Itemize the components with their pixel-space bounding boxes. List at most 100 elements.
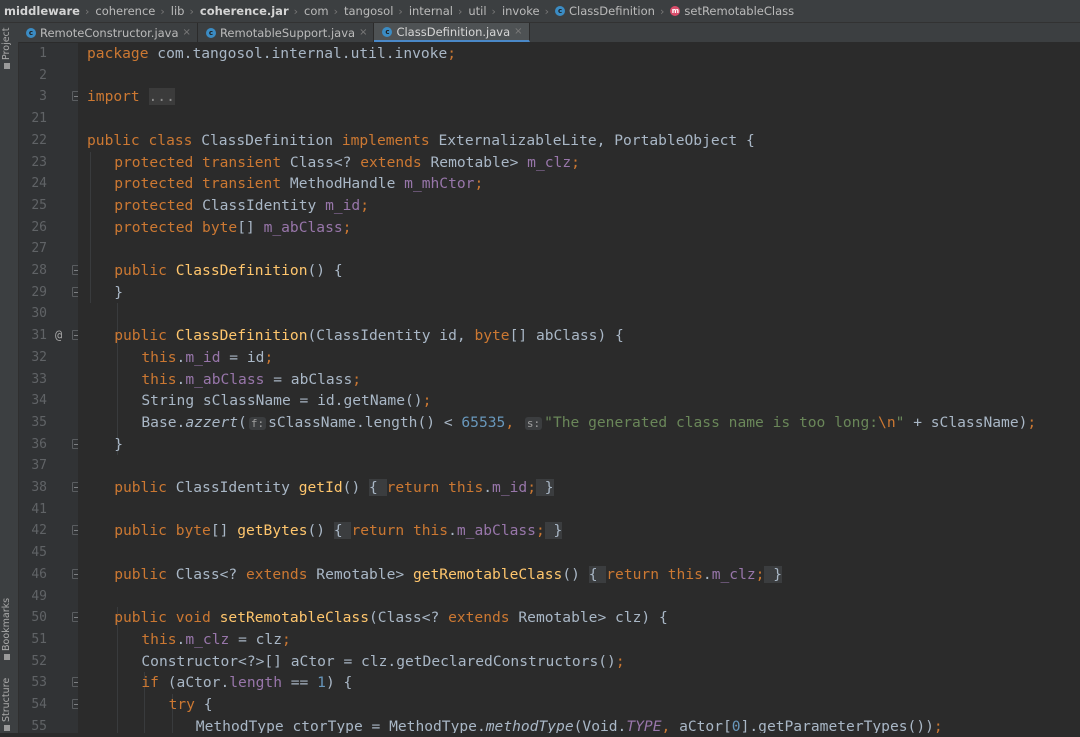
code-line: if (aCtor.length == 1) { <box>141 672 352 694</box>
keyword-token: public byte <box>114 522 211 540</box>
method-name-token: getBytes <box>237 522 308 540</box>
code-line: public ClassDefinition(ClassIdentity id,… <box>114 325 624 347</box>
gutter-line: 46 <box>19 564 81 586</box>
gutter-line: 34 <box>19 390 78 412</box>
code-line: this.m_clz = clz; <box>141 629 290 651</box>
code-text: (Void. <box>573 717 627 733</box>
tab-remoteconstructor[interactable]: c RemoteConstructor.java × <box>18 23 198 42</box>
class-icon: c <box>205 27 216 38</box>
keyword-token: byte <box>474 327 510 345</box>
editor-tabs: c RemoteConstructor.java × c RemotableSuppor… <box>18 23 1080 42</box>
tab-label: RemoteConstructor.java <box>40 25 179 40</box>
folded-brace[interactable]: { <box>369 479 387 496</box>
static-field-token: TYPE <box>626 717 662 733</box>
keyword-token: public <box>114 327 176 345</box>
code-text: MethodHandle <box>289 175 405 193</box>
breadcrumb-item[interactable]: tangosol <box>340 4 396 18</box>
code-line: import ... <box>87 86 175 108</box>
code-line: public Class<? extends Remotable> getRem… <box>114 564 783 586</box>
keyword-token: \n <box>878 413 896 431</box>
breadcrumb-item[interactable]: middleware <box>0 4 83 18</box>
breadcrumb-item[interactable]: invoke <box>498 4 543 18</box>
breadcrumb: middleware › coherence › lib › coherence.jar › c… <box>0 0 1080 23</box>
folded-code[interactable]: ... <box>148 88 175 106</box>
close-icon[interactable]: × <box>514 26 522 37</box>
code-line: String sClassName = id.getName(); <box>141 390 431 412</box>
class-icon: c <box>26 27 36 38</box>
code-text: (Class<? <box>369 609 449 627</box>
keyword-token: ; <box>474 175 484 193</box>
keyword-token: ; <box>342 218 352 236</box>
gutter-line: 51 <box>19 629 78 651</box>
breadcrumb-label: internal <box>408 4 453 18</box>
string-token: "The generated class name is too long: <box>544 413 879 431</box>
line-number: 42 <box>31 523 47 539</box>
breadcrumb-item[interactable]: util <box>464 4 489 18</box>
gutter-line: 24 <box>19 173 78 195</box>
close-icon[interactable]: × <box>183 27 191 38</box>
method-icon: m <box>670 6 681 16</box>
line-number: 27 <box>31 241 47 257</box>
project-tool-button[interactable]: Project <box>1 27 12 69</box>
gutter-line: 29 <box>19 282 81 304</box>
code-text: == <box>281 674 318 692</box>
gutter-line: 50 <box>19 607 81 629</box>
code-text: . <box>702 565 712 583</box>
breadcrumb-label: com <box>304 4 329 18</box>
number-token: 0 <box>731 717 741 733</box>
code-editor[interactable]: package com.tangosol.internal.util.invok… <box>78 43 1080 733</box>
class-icon: c <box>555 6 566 16</box>
folded-brace[interactable]: } <box>536 479 554 496</box>
breadcrumb-item[interactable]: m setRemotableClass <box>666 4 797 18</box>
gutter-line: 36 <box>19 434 81 456</box>
folded-brace[interactable]: { <box>333 522 352 540</box>
code-text: Remotable> <box>316 565 413 583</box>
keyword-token: try <box>168 696 204 713</box>
field-token: m_clz <box>527 153 572 171</box>
structure-icon <box>3 725 10 731</box>
code-line: package com.tangosol.internal.util.invok… <box>87 43 456 65</box>
gutter-line: 28 <box>19 260 81 282</box>
breadcrumb-item[interactable]: coherence <box>91 4 158 18</box>
breadcrumb-item[interactable]: internal <box>405 4 456 18</box>
bookmarks-tool-button[interactable]: Bookmarks <box>1 598 12 660</box>
folded-brace[interactable]: } <box>764 565 783 583</box>
static-method-token: methodType <box>485 717 574 733</box>
folded-brace[interactable]: } <box>544 522 563 540</box>
code-text: ExternalizableLite, PortableObject { <box>438 131 755 149</box>
editor-gutter: 1 2 3 21 22 23 24 25 26 27 28 29 30 31 @32 33 34 35 36 37 38… <box>19 43 81 734</box>
keyword-token: return this <box>386 479 484 496</box>
keyword-token: ; <box>1027 413 1037 431</box>
code-line: try { <box>169 694 213 716</box>
code-text: com.tangosol.internal.util.invoke <box>148 45 448 62</box>
code-text: . <box>448 522 457 540</box>
breadcrumb-item[interactable]: coherence.jar <box>196 4 292 18</box>
structure-tool-button[interactable]: Structure <box>1 678 12 731</box>
gutter-line: 49 <box>19 586 78 608</box>
code-text: Class<? <box>289 153 361 171</box>
breadcrumb-label: setRemotableClass <box>684 4 795 18</box>
override-icon[interactable]: @ <box>55 328 62 342</box>
code-line: } <box>114 434 123 456</box>
breadcrumb-separator-icon: › <box>293 4 299 18</box>
breadcrumb-item[interactable]: c ClassDefinition <box>551 4 658 18</box>
code-text: Base. <box>141 413 186 431</box>
gutter-line: 55 <box>19 716 78 737</box>
parameter-hint: f: <box>248 416 267 430</box>
line-number: 21 <box>31 111 47 127</box>
breadcrumb-separator-icon: › <box>457 4 463 18</box>
line-number: 22 <box>31 132 47 148</box>
tab-remotablesupport[interactable]: c RemotableSupport.java × <box>198 23 375 42</box>
number-token: 1 <box>317 674 326 692</box>
breadcrumb-item[interactable]: com <box>300 4 332 18</box>
line-number: 1 <box>39 46 47 61</box>
tab-classdefinition[interactable]: c ClassDefinition.java × <box>374 23 530 42</box>
keyword-token: ; <box>282 630 291 648</box>
close-icon[interactable]: × <box>359 27 367 38</box>
code-text: = id <box>220 348 265 366</box>
line-number: 55 <box>31 718 47 734</box>
code-text: . <box>483 479 493 496</box>
folded-brace[interactable]: { <box>588 565 607 583</box>
parameter-hint: s: <box>524 416 543 430</box>
breadcrumb-item[interactable]: lib <box>167 4 188 18</box>
